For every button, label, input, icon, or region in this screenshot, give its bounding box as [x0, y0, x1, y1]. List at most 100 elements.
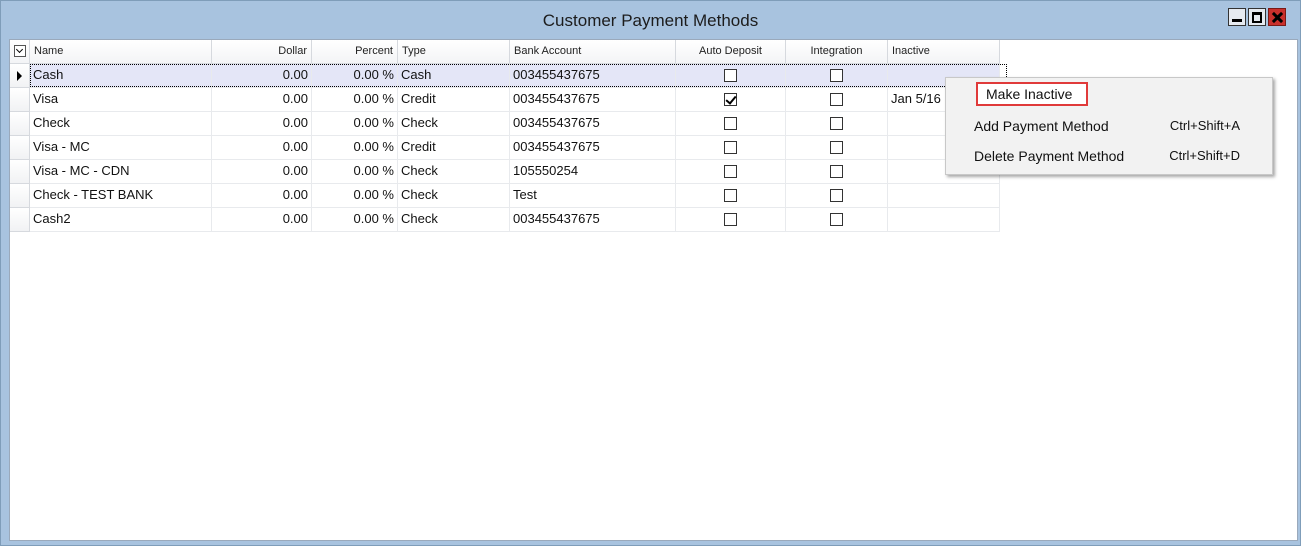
cell-bank-account[interactable]: 003455437675: [510, 112, 676, 136]
title-bar[interactable]: Customer Payment Methods: [1, 1, 1300, 39]
menu-item-shortcut: Ctrl+Shift+A: [1169, 118, 1240, 133]
table-row[interactable]: Cash2 0.00 0.00 % Check 003455437675: [10, 208, 1000, 232]
cell-name[interactable]: Visa - MC: [30, 136, 212, 160]
menu-item-add-payment-method[interactable]: Add Payment Method Ctrl+Shift+A: [974, 114, 1264, 138]
row-header[interactable]: [10, 160, 30, 184]
cell-dollar[interactable]: 0.00: [212, 112, 312, 136]
cell-name[interactable]: Check - TEST BANK: [30, 184, 212, 208]
column-header-type[interactable]: Type: [398, 40, 510, 64]
payment-methods-grid: Name Dollar Percent Type Bank Account Au…: [10, 40, 1000, 232]
menu-item-make-inactive[interactable]: Make Inactive: [976, 82, 1088, 106]
cell-name[interactable]: Visa - MC - CDN: [30, 160, 212, 184]
cell-name[interactable]: Cash2: [30, 208, 212, 232]
cell-auto: [676, 136, 786, 160]
cell-type[interactable]: Check: [398, 208, 510, 232]
cell-bank-account[interactable]: 003455437675: [510, 136, 676, 160]
column-header-percent[interactable]: Percent: [312, 40, 398, 64]
auto-deposit-checkbox[interactable]: [724, 189, 737, 202]
cell-type[interactable]: Check: [398, 112, 510, 136]
cell-integration: [786, 208, 888, 232]
cell-percent[interactable]: 0.00 %: [312, 64, 398, 88]
auto-deposit-checkbox[interactable]: [724, 69, 737, 82]
context-menu: Make Inactive Add Payment Method Ctrl+Sh…: [945, 77, 1273, 175]
cell-dollar[interactable]: 0.00: [212, 64, 312, 88]
cell-type[interactable]: Credit: [398, 136, 510, 160]
payment-methods-window: Customer Payment Methods Name Dollar Per…: [0, 0, 1301, 546]
maximize-button[interactable]: [1248, 8, 1266, 26]
table-row[interactable]: Check - TEST BANK 0.00 0.00 % Check Test: [10, 184, 1000, 208]
cell-dollar[interactable]: 0.00: [212, 208, 312, 232]
auto-deposit-checkbox[interactable]: [724, 93, 737, 106]
window-controls: [1228, 8, 1286, 26]
integration-checkbox[interactable]: [830, 69, 843, 82]
cell-integration: [786, 160, 888, 184]
cell-bank-account[interactable]: 003455437675: [510, 208, 676, 232]
cell-dollar[interactable]: 0.00: [212, 184, 312, 208]
cell-name[interactable]: Cash: [30, 64, 212, 88]
table-row[interactable]: Cash 0.00 0.00 % Cash 003455437675: [10, 64, 1000, 88]
row-header[interactable]: [10, 88, 30, 112]
table-row[interactable]: Visa - MC 0.00 0.00 % Credit 003455437675: [10, 136, 1000, 160]
cell-inactive[interactable]: [888, 208, 1000, 232]
column-chooser-button[interactable]: [10, 40, 30, 64]
cell-bank-account[interactable]: Test: [510, 184, 676, 208]
menu-item-delete-payment-method[interactable]: Delete Payment Method Ctrl+Shift+D: [974, 144, 1264, 168]
row-header[interactable]: [10, 208, 30, 232]
cell-integration: [786, 112, 888, 136]
table-row[interactable]: Check 0.00 0.00 % Check 003455437675: [10, 112, 1000, 136]
cell-percent[interactable]: 0.00 %: [312, 136, 398, 160]
row-header[interactable]: [10, 184, 30, 208]
integration-checkbox[interactable]: [830, 93, 843, 106]
column-header-inactive[interactable]: Inactive: [888, 40, 1000, 64]
cell-percent[interactable]: 0.00 %: [312, 88, 398, 112]
column-header-name[interactable]: Name: [30, 40, 212, 64]
cell-integration: [786, 88, 888, 112]
table-row[interactable]: Visa 0.00 0.00 % Credit 003455437675 Jan 5/16: [10, 88, 1000, 112]
integration-checkbox[interactable]: [830, 213, 843, 226]
menu-item-shortcut: Ctrl+Shift+D: [1169, 148, 1240, 163]
cell-bank-account[interactable]: 003455437675: [510, 88, 676, 112]
cell-dollar[interactable]: 0.00: [212, 160, 312, 184]
cell-bank-account[interactable]: 105550254: [510, 160, 676, 184]
cell-integration: [786, 136, 888, 160]
row-header[interactable]: [10, 64, 30, 88]
chevron-down-icon: [14, 45, 26, 57]
cell-dollar[interactable]: 0.00: [212, 88, 312, 112]
close-button[interactable]: [1268, 8, 1286, 26]
grid-header: Name Dollar Percent Type Bank Account Au…: [10, 40, 1000, 64]
minimize-button[interactable]: [1228, 8, 1246, 26]
auto-deposit-checkbox[interactable]: [724, 117, 737, 130]
integration-checkbox[interactable]: [830, 117, 843, 130]
cell-integration: [786, 184, 888, 208]
cell-name[interactable]: Check: [30, 112, 212, 136]
column-header-integration[interactable]: Integration: [786, 40, 888, 64]
cell-percent[interactable]: 0.00 %: [312, 184, 398, 208]
cell-auto: [676, 112, 786, 136]
cell-percent[interactable]: 0.00 %: [312, 208, 398, 232]
row-header[interactable]: [10, 112, 30, 136]
cell-type[interactable]: Credit: [398, 88, 510, 112]
cell-name[interactable]: Visa: [30, 88, 212, 112]
cell-type[interactable]: Cash: [398, 64, 510, 88]
cell-bank-account[interactable]: 003455437675: [510, 64, 676, 88]
auto-deposit-checkbox[interactable]: [724, 165, 737, 178]
cell-percent[interactable]: 0.00 %: [312, 160, 398, 184]
cell-type[interactable]: Check: [398, 184, 510, 208]
cell-type[interactable]: Check: [398, 160, 510, 184]
cell-inactive[interactable]: [888, 184, 1000, 208]
column-header-auto-deposit[interactable]: Auto Deposit: [676, 40, 786, 64]
column-header-dollar[interactable]: Dollar: [212, 40, 312, 64]
auto-deposit-checkbox[interactable]: [724, 213, 737, 226]
cell-percent[interactable]: 0.00 %: [312, 112, 398, 136]
row-header[interactable]: [10, 136, 30, 160]
integration-checkbox[interactable]: [830, 189, 843, 202]
column-header-bank-account[interactable]: Bank Account: [510, 40, 676, 64]
menu-item-label: Make Inactive: [986, 86, 1073, 102]
integration-checkbox[interactable]: [830, 141, 843, 154]
table-row[interactable]: Visa - MC - CDN 0.00 0.00 % Check 105550254: [10, 160, 1000, 184]
integration-checkbox[interactable]: [830, 165, 843, 178]
cell-dollar[interactable]: 0.00: [212, 136, 312, 160]
auto-deposit-checkbox[interactable]: [724, 141, 737, 154]
cell-auto: [676, 160, 786, 184]
current-row-pointer-icon: [17, 71, 22, 81]
